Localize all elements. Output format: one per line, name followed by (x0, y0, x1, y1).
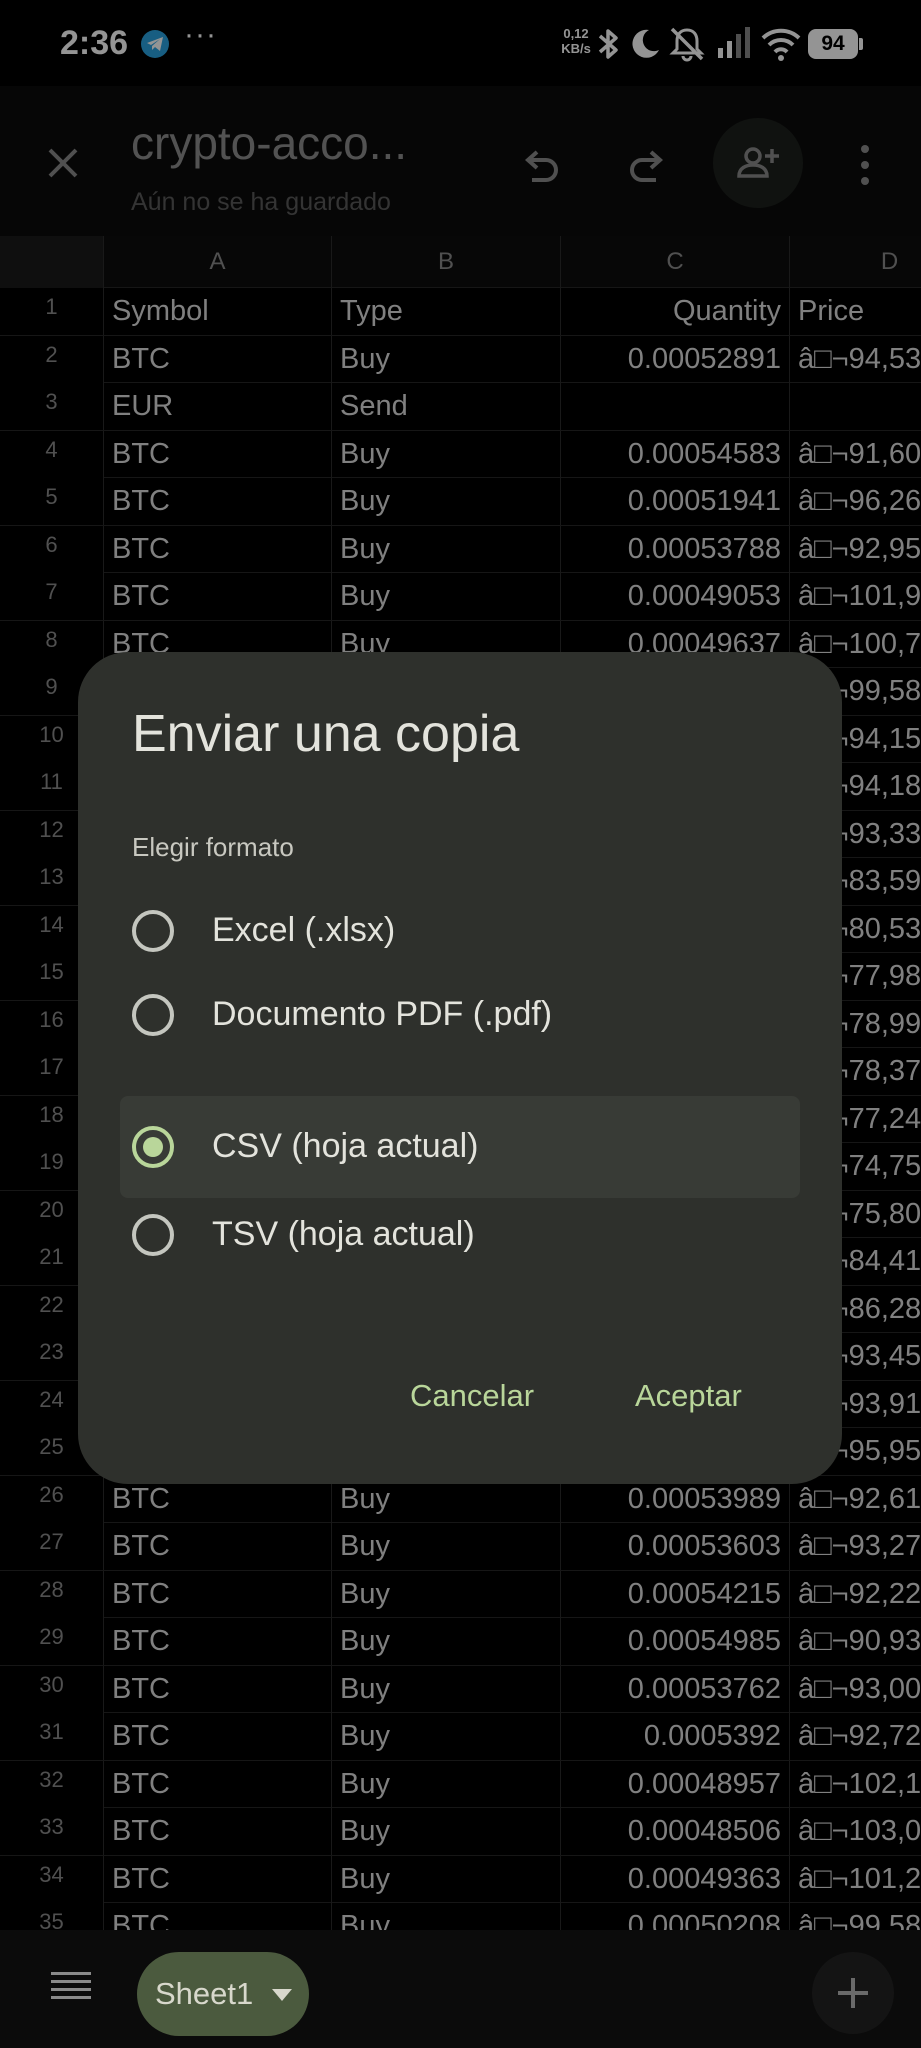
option-label: Excel (.xlsx) (212, 911, 396, 949)
bottom-bar: Sheet1 (0, 1930, 921, 2048)
add-sheet-button[interactable] (812, 1952, 894, 2034)
dialog-subtitle: Elegir formato (132, 832, 294, 862)
option-label: CSV (hoja actual) (212, 1127, 479, 1165)
all-sheets-button[interactable] (48, 1966, 94, 2006)
plus-icon (838, 1978, 868, 2008)
radio-pdf[interactable] (132, 994, 174, 1036)
caret-down-icon (271, 1988, 293, 2007)
option-csv[interactable]: CSV (hoja actual) (120, 1096, 800, 1198)
option-label: TSV (hoja actual) (212, 1215, 475, 1253)
radio-tsv[interactable] (132, 1214, 174, 1256)
radio-excel[interactable] (132, 910, 174, 952)
send-copy-dialog: Enviar una copia Elegir formato Excel (.… (78, 652, 842, 1484)
radio-csv[interactable] (132, 1126, 174, 1168)
option-label: Documento PDF (.pdf) (212, 995, 553, 1033)
option-pdf[interactable]: Documento PDF (.pdf) (120, 964, 800, 1066)
menu-lines-icon (51, 1972, 91, 1999)
cancel-button[interactable]: Cancelar (410, 1378, 534, 1414)
sheet-tab-sheet1[interactable]: Sheet1 (137, 1952, 309, 2036)
option-tsv[interactable]: TSV (hoja actual) (120, 1184, 800, 1286)
dialog-title: Enviar una copia (132, 705, 520, 763)
accept-button[interactable]: Aceptar (635, 1378, 742, 1414)
sheet-tab-label: Sheet1 (155, 1976, 254, 2011)
